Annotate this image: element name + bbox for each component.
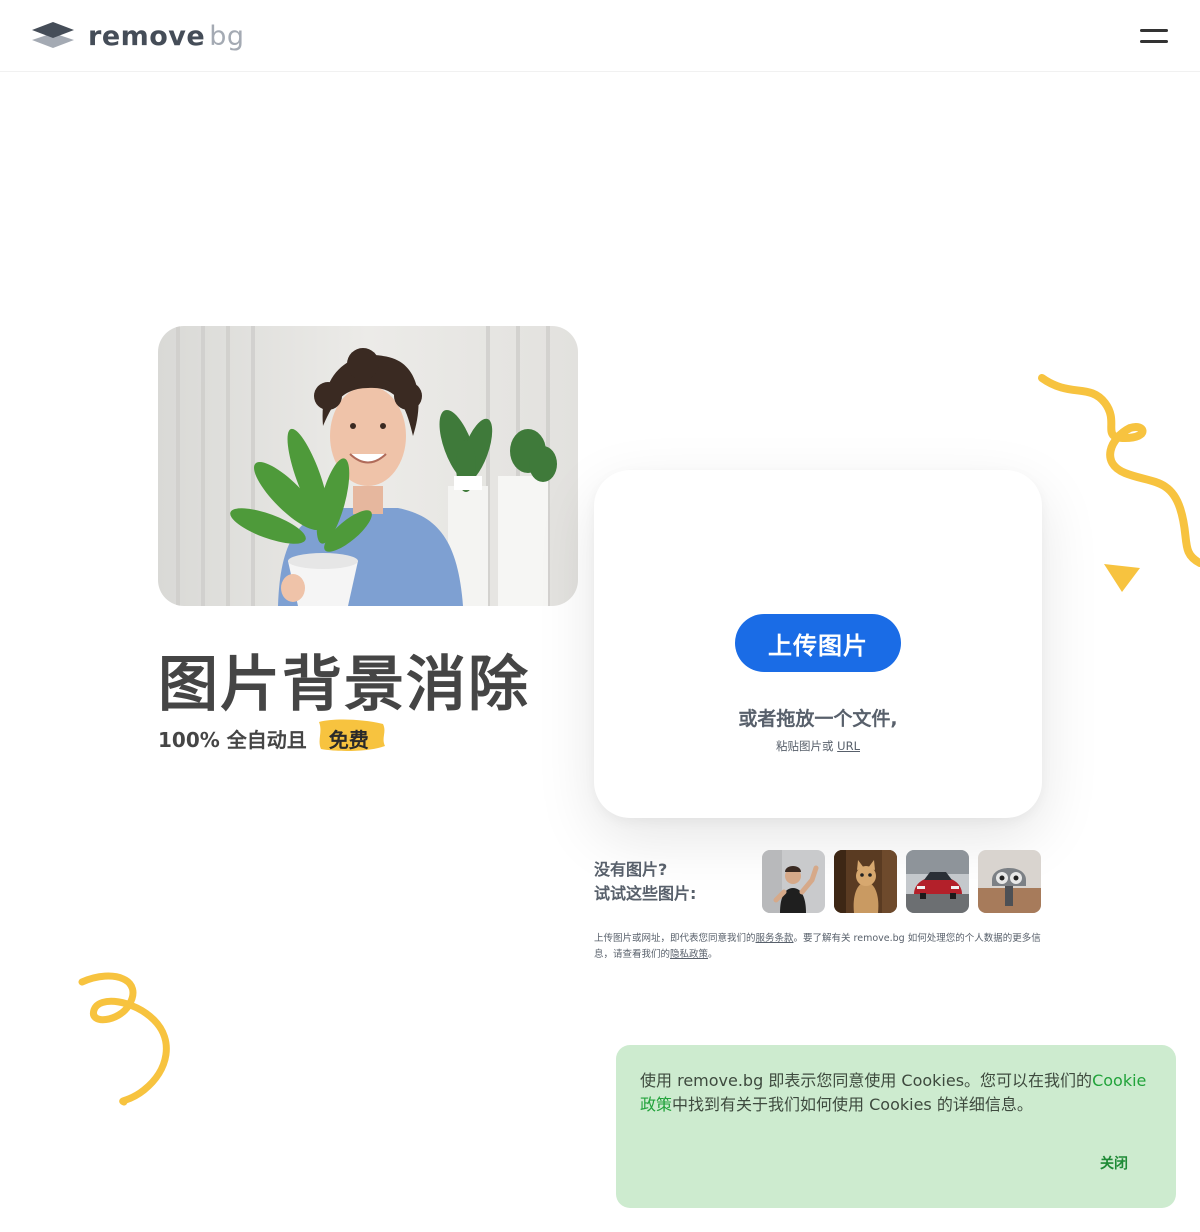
upload-card[interactable]: 上传图片 或者拖放一个文件, 粘贴图片或 URL	[594, 470, 1042, 818]
hero-title: 图片背景消除	[158, 650, 530, 720]
upload-image-button[interactable]: 上传图片	[735, 614, 901, 672]
sample-image-binoculars[interactable]	[978, 850, 1041, 913]
hero-person-with-plant-image	[158, 326, 578, 606]
samples-label: 没有图片? 试试这些图片:	[594, 860, 697, 903]
drop-file-text: 或者拖放一个文件,	[738, 708, 898, 730]
yellow-triangle-decoration	[1104, 564, 1140, 592]
cookie-text: 使用 remove.bg 即表示您同意使用 Cookies。您可以在我们的Coo…	[640, 1071, 1147, 1114]
sample-image-car[interactable]	[906, 850, 969, 913]
cookie-banner: 使用 remove.bg 即表示您同意使用 Cookies。您可以在我们的Coo…	[616, 1045, 1176, 1208]
sample-images	[762, 850, 1041, 913]
paste-image-text: 粘贴图片或 URL	[776, 739, 860, 753]
hamburger-icon[interactable]	[1140, 26, 1170, 46]
privacy-policy-link[interactable]: 隐私政策	[670, 949, 708, 960]
sample-image-cat[interactable]	[834, 850, 897, 913]
hero-subtitle-text: 100% 全自动且	[158, 728, 307, 752]
hero-subtitle: 100% 全自动且 免费	[158, 719, 385, 755]
free-badge: 免费	[317, 719, 385, 755]
paste-url-link[interactable]: URL	[837, 739, 860, 753]
page: remove bg 图片背景消除 100% 全自动且 免费 上传图片 或者拖放一…	[0, 0, 1200, 1232]
yellow-spiral-decoration	[78, 972, 170, 1106]
terms-of-service-link[interactable]: 服务条款	[756, 933, 794, 944]
logo-text: remove bg	[88, 20, 245, 52]
logo-layers-icon	[32, 22, 74, 48]
cookie-close-button[interactable]: 关闭	[1100, 1153, 1128, 1173]
site-header: remove bg	[0, 0, 1200, 72]
sample-image-woman[interactable]	[762, 850, 825, 913]
terms-notice: 上传图片或网址，即代表您同意我们的服务条款。要了解有关 remove.bg 如何…	[594, 933, 1041, 960]
yellow-squiggle-decoration	[1038, 374, 1200, 567]
logo[interactable]: remove bg	[30, 18, 245, 54]
